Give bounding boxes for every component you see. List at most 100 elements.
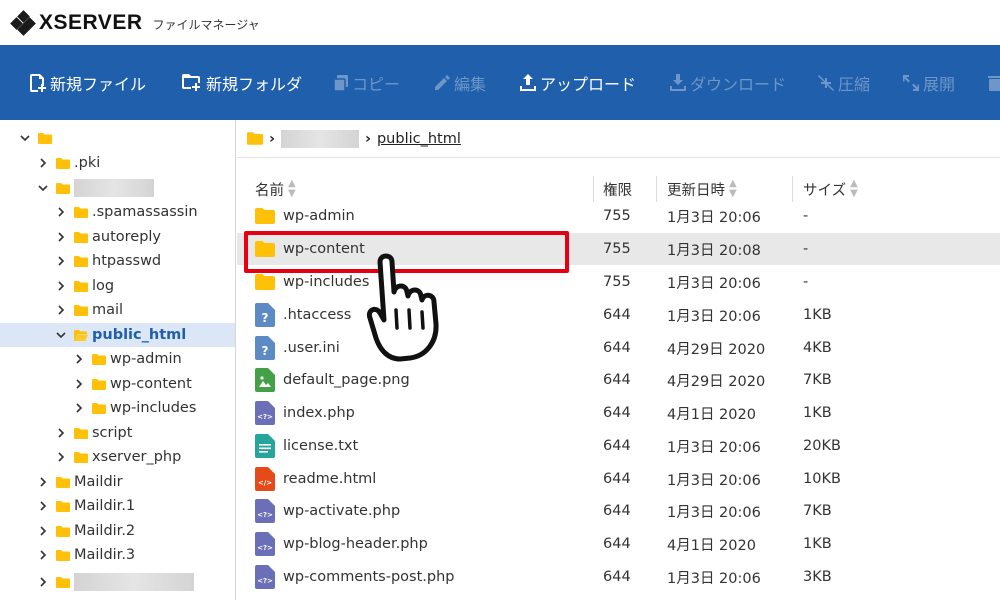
permission-cell: 755 (603, 241, 631, 257)
folder-icon (92, 378, 106, 390)
folder-icon (74, 206, 88, 218)
new-file-icon (30, 73, 46, 92)
size-cell: 1KB (803, 536, 832, 552)
new-folder-button[interactable]: 新規フォルダ (182, 45, 302, 120)
edit-label: 編集 (454, 74, 487, 94)
file-name-cell[interactable]: ? .htaccess (255, 299, 351, 331)
table-row[interactable]: </> readme.html 644 1月3日 20:06 10KB (237, 463, 1000, 495)
delete-button[interactable] (988, 45, 1000, 120)
tree-item-pki[interactable]: .pki (38, 151, 100, 175)
table-row[interactable]: <?> index.php 644 4月1日 2020 1KB (237, 397, 1000, 429)
tree-item-spamassassin[interactable]: .spamassassin (56, 200, 198, 224)
permission-cell: 644 (603, 307, 631, 323)
chevron-right-icon (58, 207, 65, 217)
home-folder-icon[interactable] (247, 132, 263, 145)
file-name: wp-comments-post.php (283, 569, 455, 585)
file-name: default_page.png (283, 372, 410, 388)
file-name-cell[interactable]: wp-admin (255, 200, 355, 232)
folder-icon (56, 549, 70, 561)
redacted-folder (74, 573, 194, 591)
chevron-down-icon (38, 185, 48, 192)
tree-label: .spamassassin (92, 204, 198, 220)
modified-date-cell: 1月3日 20:08 (667, 242, 761, 259)
tree-item-maildir-3[interactable]: Maildir.3 (38, 543, 135, 567)
column-header-name[interactable]: 名前 ▲ ▼ (255, 178, 296, 200)
modified-date-cell: 1月3日 20:06 (667, 275, 761, 292)
column-header-date[interactable]: 更新日時 ▲ ▼ (667, 178, 737, 200)
size-cell: 7KB (803, 372, 832, 388)
table-row[interactable]: license.txt 644 1月3日 20:06 20KB (237, 430, 1000, 462)
chevron-right-icon (40, 526, 47, 536)
file-name-cell[interactable]: <?> wp-activate.php (255, 495, 400, 527)
folder-icon (255, 204, 275, 228)
size-cell: 1KB (803, 307, 832, 323)
copy-button[interactable]: コピー (334, 45, 400, 120)
tree-item-maildir-2[interactable]: Maildir.2 (38, 519, 135, 543)
app-header: XSERVER ファイルマネージャ (0, 0, 1000, 45)
file-name-cell[interactable]: <?> index.php (255, 397, 355, 429)
tree-item-wp-content[interactable]: wp-content (74, 372, 192, 396)
chevron-right-icon (58, 452, 65, 462)
modified-date-cell: 4月1日 2020 (667, 406, 756, 423)
tree-item-root[interactable] (20, 126, 56, 150)
folder-icon (56, 182, 70, 194)
table-row[interactable]: <?> wp-comments-post.php 644 1月3日 20:06 3KB (237, 561, 1000, 593)
breadcrumb-current[interactable]: public_html (377, 131, 461, 147)
table-row[interactable]: wp-admin 755 1月3日 20:06 - (237, 200, 1000, 232)
download-button[interactable]: ダウンロード (670, 45, 786, 120)
column-divider[interactable] (593, 176, 594, 202)
table-row[interactable]: default_page.png 644 4月29日 2020 7KB (237, 364, 1000, 396)
file-name: index.php (283, 405, 355, 421)
file-name-cell[interactable]: license.txt (255, 430, 358, 462)
permission-cell: 644 (603, 569, 631, 585)
folder-icon (74, 280, 88, 292)
extract-button[interactable]: 展開 (903, 45, 955, 120)
tree-item-mail[interactable]: mail (56, 298, 123, 322)
upload-button[interactable]: アップロード (520, 45, 636, 120)
file-name-cell[interactable]: </> readme.html (255, 463, 376, 495)
download-label: ダウンロード (690, 74, 787, 94)
tree-item-log[interactable]: log (56, 274, 114, 298)
tree-item-wp-includes[interactable]: wp-includes (74, 396, 196, 420)
file-name-cell[interactable]: default_page.png (255, 364, 410, 396)
edit-button[interactable]: 編集 (435, 45, 486, 120)
size-cell: 1KB (803, 405, 832, 421)
tree-item-script[interactable]: script (56, 421, 132, 445)
column-header-permission[interactable]: 権限 (603, 178, 632, 200)
file-name-cell[interactable]: ? .user.ini (255, 332, 340, 364)
folder-icon (255, 270, 275, 294)
permission-cell: 644 (603, 536, 631, 552)
logo[interactable]: XSERVER ファイルマネージャ (10, 10, 260, 36)
breadcrumb-redacted[interactable] (280, 129, 359, 148)
chevron-right-icon (40, 577, 47, 587)
compress-button[interactable]: 圧縮 (818, 45, 870, 120)
chevron-down-icon (56, 332, 66, 339)
tree-label: htpasswd (92, 253, 162, 269)
file-name-cell[interactable]: <?> wp-comments-post.php (255, 561, 455, 593)
svg-text:<?>: <?> (257, 577, 273, 585)
table-row[interactable]: ? .user.ini 644 4月29日 2020 4KB (237, 332, 1000, 364)
chevron-right-icon (76, 354, 83, 364)
table-row[interactable]: <?> wp-activate.php 644 1月3日 20:06 7KB (237, 495, 1000, 527)
tree-item-redacted[interactable] (38, 570, 194, 594)
tree-item-autoreply[interactable]: autoreply (56, 225, 161, 249)
tree-item-wp-admin[interactable]: wp-admin (74, 347, 182, 371)
redacted-domain (74, 179, 154, 197)
tree-item-domain[interactable] (38, 176, 154, 200)
chevron-right-icon (58, 305, 65, 315)
column-divider[interactable] (792, 176, 793, 202)
tree-item-public-html[interactable]: public_html (0, 323, 235, 347)
tree-item-htpasswd[interactable]: htpasswd (56, 249, 161, 273)
new-file-button[interactable]: 新規ファイル (30, 45, 146, 120)
permission-cell: 644 (603, 438, 631, 454)
column-divider[interactable] (656, 176, 657, 202)
chevron-right-icon (58, 256, 65, 266)
table-row[interactable]: ? .htaccess 644 1月3日 20:06 1KB (237, 299, 1000, 331)
tree-item-xserver-php[interactable]: xserver_php (56, 445, 181, 469)
column-header-size[interactable]: サイズ ▲ ▼ (803, 178, 858, 200)
tree-item-maildir-1[interactable]: Maildir.1 (38, 494, 135, 518)
file-name-cell[interactable]: <?> wp-blog-header.php (255, 528, 428, 560)
pointing-hand-icon (366, 253, 439, 362)
table-row[interactable]: <?> wp-blog-header.php 644 4月1日 2020 1KB (237, 528, 1000, 560)
tree-item-maildir[interactable]: Maildir (38, 470, 123, 494)
